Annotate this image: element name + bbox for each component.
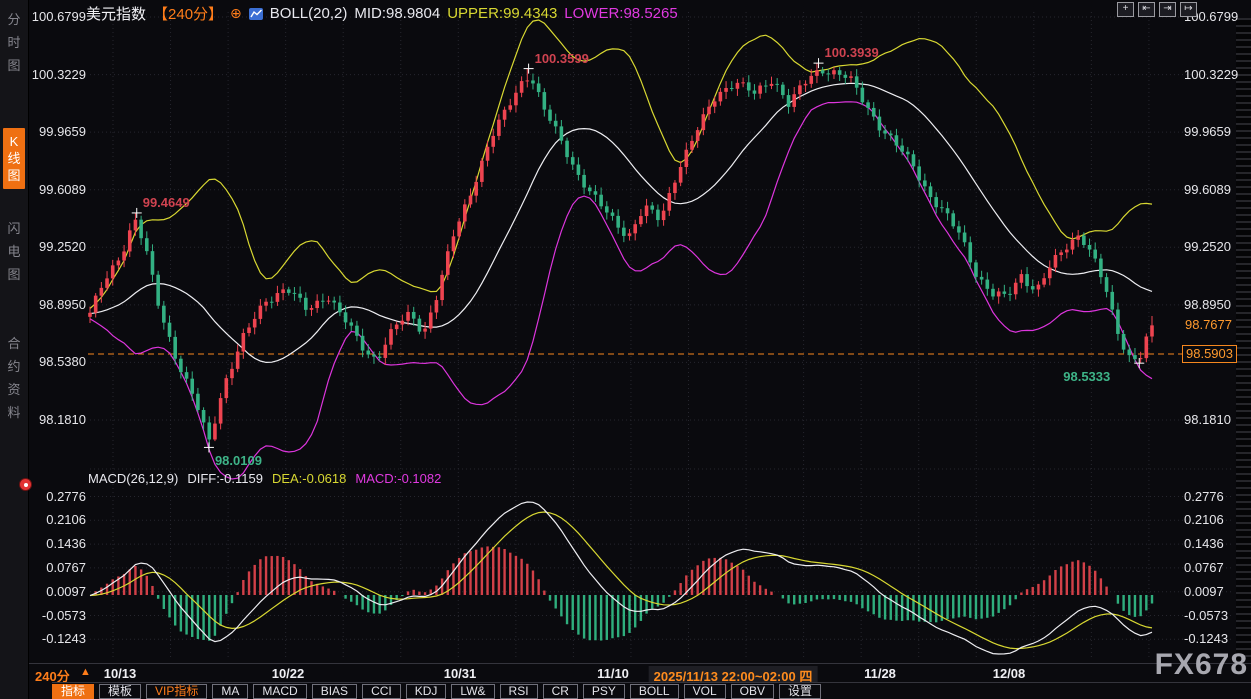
period-label[interactable]: 【240分】 [153, 3, 223, 24]
candlestick-chart-canvas[interactable] [0, 0, 1251, 663]
date-tick-label: 12/08 [993, 666, 1026, 681]
instrument-title: 美元指数 [86, 3, 146, 24]
price-tick-label: 99.2520 [1184, 239, 1240, 255]
macd-tick-label: 0.1436 [1184, 536, 1240, 552]
lwr-button[interactable]: LW& [451, 684, 494, 699]
psy-button[interactable]: PSY [583, 684, 625, 699]
indicator-toolbar: 指标模板 VIP指标 MA MACD BIAS CCI KDJ LW&RSI CR PSY BOLL… [52, 682, 1251, 699]
macd-tick-label: 0.0767 [1184, 560, 1240, 576]
sidebar-item-time-chart[interactable]: 分时图 [3, 8, 25, 77]
macd-tick-label: -0.1243 [1184, 631, 1240, 647]
shift-chart-right-icon[interactable]: ↦ [1180, 2, 1197, 17]
price-tick-label: 99.6089 [1184, 182, 1240, 198]
macd-tick-label: 0.0097 [30, 584, 86, 600]
price-tick-label: 98.5380 [30, 354, 86, 370]
extreme-price-label: 99.4649 [143, 195, 190, 210]
boll-button[interactable]: BOLL [630, 684, 679, 699]
macd-params-label: MACD(26,12,9) [88, 471, 178, 486]
sidebar-item-kline-chart[interactable]: K线图 [3, 128, 25, 189]
macd-tick-label: 0.2106 [1184, 512, 1240, 528]
macd-diff-value: DIFF:-0.1159 [187, 471, 263, 486]
macd-tick-label: -0.0573 [30, 608, 86, 624]
vip-indicator-tab[interactable]: VIP指标 [146, 684, 207, 699]
macd-tick-label: 0.1436 [30, 536, 86, 552]
expand-icon[interactable]: ⊕ [230, 5, 242, 22]
extreme-price-label: 98.5333 [1063, 369, 1110, 384]
boll-label: BOLL(20,2) [270, 5, 348, 22]
zoom-in-x-icon[interactable]: ⇥ [1159, 2, 1176, 17]
window-controls: + ⇤ ⇥ ↦ [1117, 2, 1197, 17]
date-tick-label: 10/22 [272, 666, 305, 681]
zoom-out-x-icon[interactable]: ⇤ [1138, 2, 1155, 17]
fx678-watermark: FX678 [1155, 648, 1248, 682]
template-tab[interactable]: 模板 [99, 684, 141, 699]
price-tick-label: 99.9659 [30, 124, 86, 140]
obv-button[interactable]: OBV [731, 684, 774, 699]
chart-application: 分时图 K线图闪电图合约资料 美元指数 【240分】 ⊕ BOLL(20,2) M… [0, 0, 1251, 699]
sidebar: 分时图 K线图闪电图合约资料 [0, 0, 29, 699]
date-tick-label: 10/31 [444, 666, 477, 681]
macd-tick-label: 0.0767 [30, 560, 86, 576]
bias-button[interactable]: BIAS [312, 684, 357, 699]
vol-button[interactable]: VOL [684, 684, 726, 699]
boll-mid-value: MID:98.9804 [354, 5, 440, 22]
sidebar-item-contract-info[interactable]: 合约资料 [3, 332, 25, 424]
macd-tick-label: 0.2776 [30, 489, 86, 505]
price-line-badge: 98.5903 [1182, 345, 1237, 363]
price-tick-label: 99.6089 [30, 182, 86, 198]
crosshair-icon[interactable]: + [1117, 2, 1134, 17]
macd-tick-label: 0.2106 [30, 512, 86, 528]
time-axis: 240分 ▲ 10/1310/2210/3111/102025/11/13 22… [0, 663, 1251, 683]
extreme-price-label: 100.3939 [825, 45, 879, 60]
cci-button[interactable]: CCI [362, 684, 401, 699]
macd-tick-label: 0.0097 [1184, 584, 1240, 600]
kdj-button[interactable]: KDJ [406, 684, 447, 699]
price-tick-label: 98.1810 [1184, 412, 1240, 428]
price-tick-label: 98.1810 [30, 412, 86, 428]
settings-button[interactable]: 设置 [779, 684, 821, 699]
sidebar-item-flash-chart[interactable]: 闪电图 [3, 217, 25, 286]
price-tick-label: 99.9659 [1184, 124, 1240, 140]
mini-chart-icon [249, 8, 263, 20]
extreme-price-label: 98.0109 [215, 453, 262, 468]
macd-hist-value: MACD:-0.1082 [355, 471, 441, 486]
indicator-tab[interactable]: 指标 [52, 684, 94, 699]
macd-header: MACD(26,12,9) DIFF:-0.1159 DEA:-0.0618 M… [88, 471, 441, 486]
macd-tick-label: 0.2776 [1184, 489, 1240, 505]
price-tick-label: 100.3229 [1184, 67, 1240, 83]
extreme-price-label: 100.3599 [535, 51, 589, 66]
date-tick-label: 11/28 [864, 666, 896, 681]
boll-upper-value: UPPER:99.4343 [447, 5, 557, 22]
chart-header: 美元指数 【240分】 ⊕ BOLL(20,2) MID:98.9804 UPP… [86, 3, 678, 24]
boll-lower-value: LOWER:98.5265 [564, 5, 677, 22]
date-tick-label: 11/10 [597, 666, 629, 681]
last-price-badge: 98.7677 [1182, 317, 1235, 333]
price-tick-label: 100.6799 [30, 9, 86, 25]
price-tick-label: 100.3229 [30, 67, 86, 83]
ma-button[interactable]: MA [212, 684, 248, 699]
macd-button[interactable]: MACD [253, 684, 306, 699]
date-tick-label: 10/13 [104, 666, 137, 681]
macd-tick-label: -0.1243 [30, 631, 86, 647]
macd-dea-value: DEA:-0.0618 [272, 471, 346, 486]
macd-tick-label: -0.0573 [1184, 608, 1240, 624]
price-tick-label: 98.8950 [1184, 297, 1240, 313]
price-tick-label: 99.2520 [30, 239, 86, 255]
cr-button[interactable]: CR [543, 684, 578, 699]
indicator-alert-icon[interactable] [20, 479, 31, 490]
period-dropdown-arrow-icon[interactable]: ▲ [80, 666, 91, 678]
rsi-button[interactable]: RSI [500, 684, 538, 699]
price-tick-label: 98.8950 [30, 297, 86, 313]
